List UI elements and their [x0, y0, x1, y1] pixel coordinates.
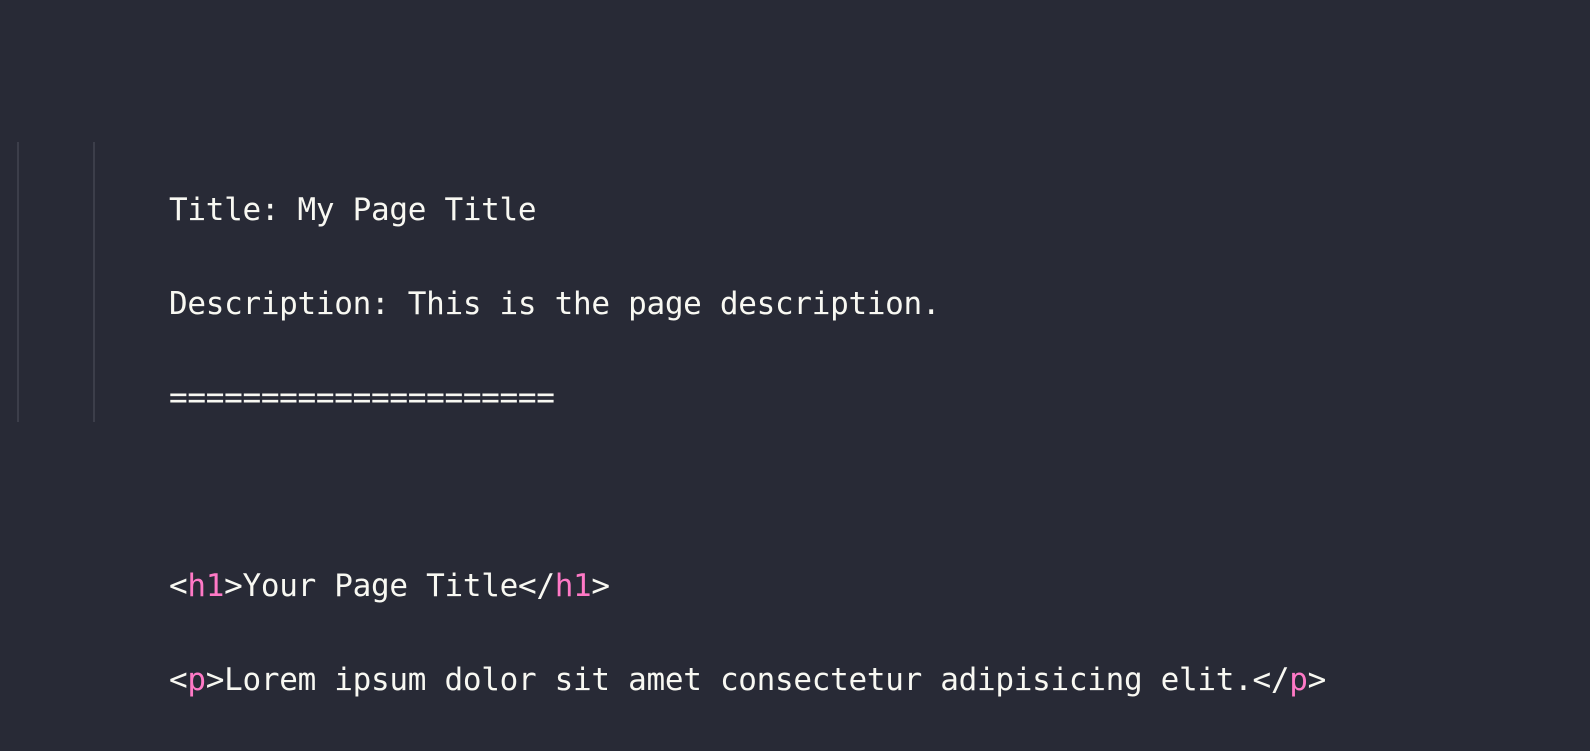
punct: </	[517, 568, 555, 604]
text: Lorem ipsum dolor sit amet consectetur a…	[224, 662, 1253, 698]
punct: <	[169, 662, 188, 698]
punct: >	[1307, 662, 1327, 698]
tag-name: p	[1289, 662, 1308, 698]
punct: >	[591, 568, 610, 604]
code-line: =====================	[169, 380, 555, 416]
code-line: <p>Lorem ipsum dolor sit amet consectetu…	[169, 657, 1326, 704]
code-line: Title: My Page Title	[169, 192, 537, 228]
indent-guide	[93, 142, 95, 422]
tag-name: h1	[554, 568, 592, 604]
punct: <	[169, 568, 188, 604]
text: Your Page Title	[242, 568, 518, 604]
punct: </	[1252, 662, 1290, 698]
punct: >	[224, 568, 243, 604]
tag-name: h1	[187, 568, 225, 604]
punct: >	[205, 662, 225, 698]
indent-guide	[17, 142, 19, 422]
code-line: Description: This is the page descriptio…	[169, 286, 941, 322]
code-line: <h1>Your Page Title</h1>	[169, 563, 1326, 610]
tag-name: p	[187, 662, 206, 698]
code-editor[interactable]: Title: My Page Title Description: This i…	[169, 140, 1326, 751]
